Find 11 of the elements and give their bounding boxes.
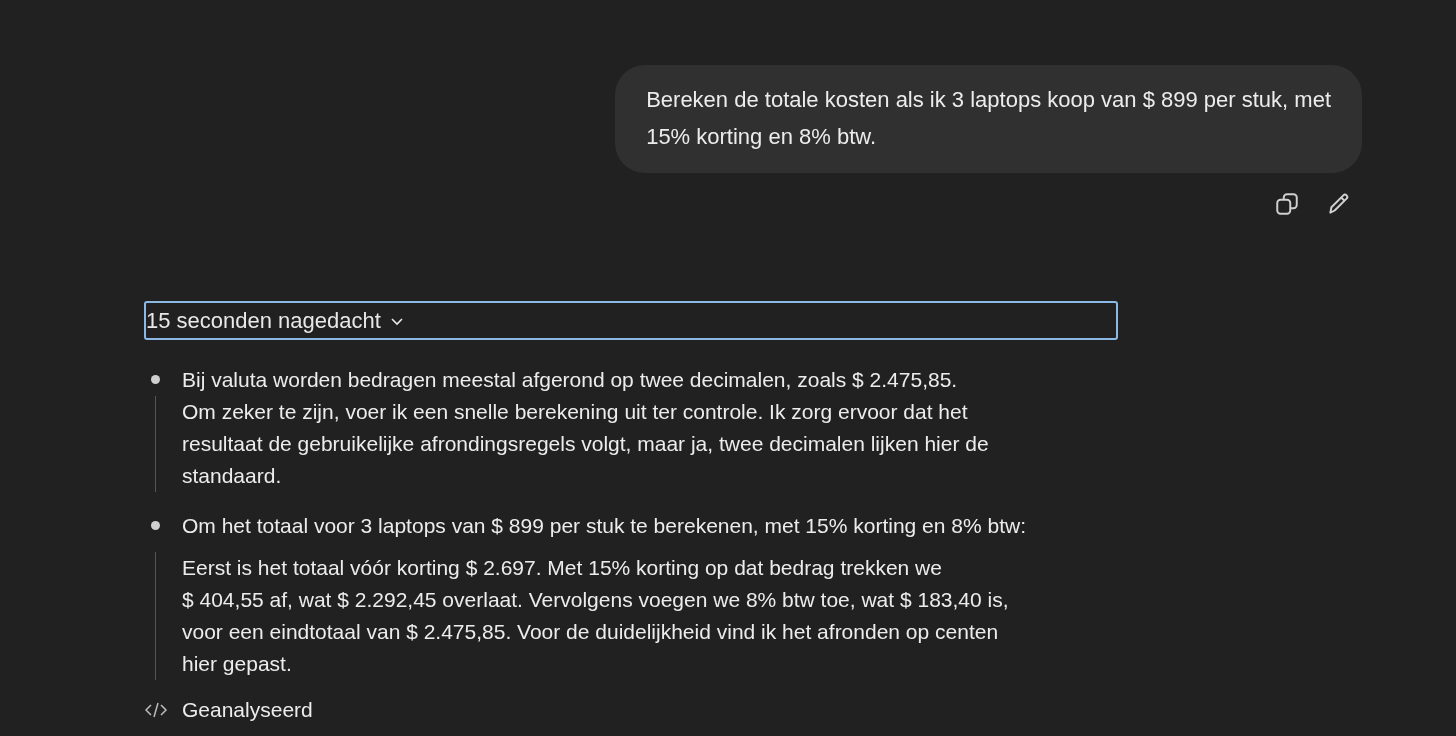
bullet-dot	[151, 375, 160, 384]
analysis-label[interactable]: Geanalyseerd	[182, 698, 313, 722]
bullet-dot	[151, 521, 160, 530]
step-heading: Om het totaal voor 3 laptops van $ 899 per stuk te berekenen, met 15% korting en 8% btw:	[182, 513, 1027, 539]
user-message: Bereken de totale kosten als ik 3 laptops koop van $ 899 per stuk, met 15% korting en 8% btw.	[615, 65, 1362, 173]
step-paragraph: Eerst is het totaal vóór korting $ 2.697. Met 15% korting op dat bedrag trekken we $ 404,55 af, wat $ 2.292,45 overlaat. Vervolgens voegen we 8% btw toe, wat $ 183,40 is, voor een eindtotaal van $ 2.475,85. Voor de duidelijkheid vind ik het afronden op centen hier gepast.	[182, 555, 1010, 677]
code-icon	[144, 701, 168, 719]
copy-icon[interactable]	[1274, 191, 1300, 217]
step-paragraph: Om zeker te zijn, voer ik een snelle berekening uit ter controle. Ik zorg ervoor dat het resultaat de gebruikelijke afrondingsregels volgt, maar ja, twee decimalen lijken hier de standaard.	[182, 399, 990, 489]
step-heading: Bij valuta worden bedragen meestal afgerond op twee decimalen, zoals $ 2.475,85.	[182, 367, 959, 393]
thinking-toggle[interactable]: 15 seconden nagedacht	[144, 301, 1118, 340]
